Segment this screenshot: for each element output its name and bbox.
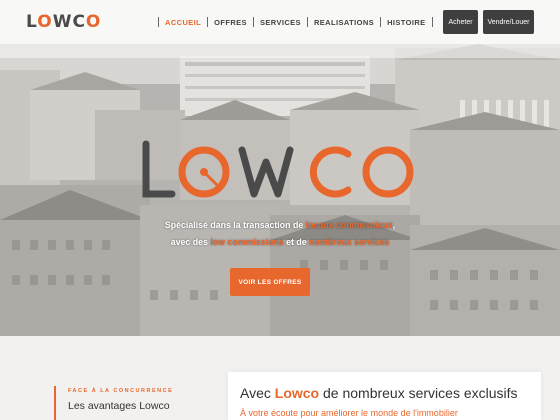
tagline-highlight: locaux commerciaux [305, 220, 393, 230]
brand-highlight: Lowco [274, 385, 320, 401]
sell-rent-button[interactable]: Vendre/Louer [483, 10, 534, 34]
hero-section: Spécialisé dans la transaction de locaux… [0, 0, 560, 336]
nav-item-histoire[interactable]: Histoire [387, 18, 425, 27]
hero-logo [142, 140, 414, 198]
site-header: LOWCO Accueil Offres Services Realisatio… [0, 0, 560, 44]
nav-divider [158, 17, 159, 27]
services-card-title: Avec Lowco de nombreux services exclusif… [240, 385, 518, 401]
tagline-highlight: low commissions [210, 237, 284, 247]
nav-divider [252, 17, 254, 27]
nav-divider [431, 17, 433, 27]
nav-divider [380, 17, 382, 27]
see-offers-button[interactable]: Voir les offres [230, 268, 310, 296]
tagline-highlight: nombreux services [309, 237, 390, 247]
nav-divider [306, 17, 308, 27]
main-nav: Accueil Offres Services Realisations His… [152, 17, 439, 27]
advantages-title: Les avantages Lowco [68, 400, 170, 412]
services-card: Avec Lowco de nombreux services exclusif… [228, 372, 541, 420]
nav-item-realisations[interactable]: Realisations [314, 18, 374, 27]
nav-item-services[interactable]: Services [260, 18, 301, 27]
advantages-kicker: FACE À LA CONCURRENCE [68, 388, 174, 394]
buy-button[interactable]: Acheter [443, 10, 478, 34]
logo-o-icon: O [37, 12, 53, 32]
hero-tagline: Spécialisé dans la transaction de locaux… [164, 220, 396, 247]
advantages-heading: FACE À LA CONCURRENCE Les avantages Lowc… [54, 386, 204, 420]
nav-divider [207, 17, 209, 27]
site-logo[interactable]: LOWCO [26, 12, 101, 32]
services-card-subtitle: À votre écoute pour améliorer le monde d… [240, 408, 458, 418]
nav-item-accueil[interactable]: Accueil [165, 18, 201, 27]
nav-item-offres[interactable]: Offres [214, 18, 247, 27]
